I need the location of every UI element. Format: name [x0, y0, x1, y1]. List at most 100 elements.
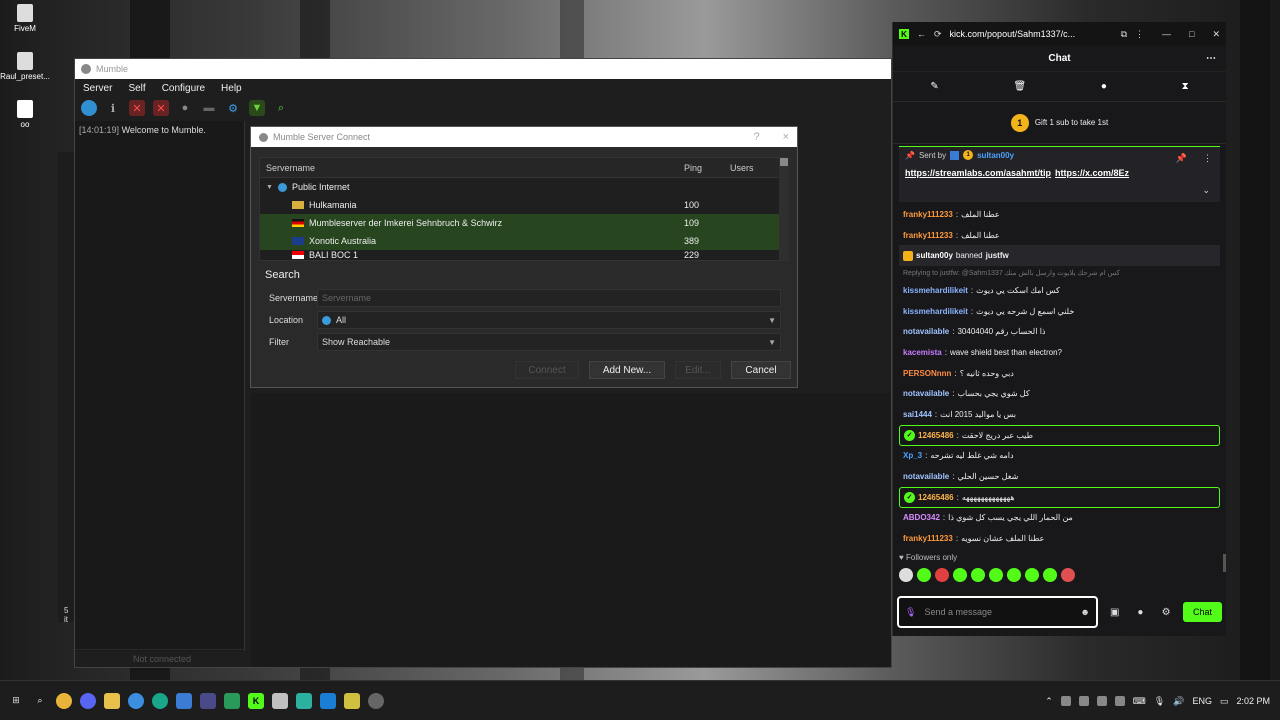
volume-icon[interactable]: 🔊	[1173, 696, 1184, 707]
emote[interactable]	[917, 568, 931, 582]
info-icon[interactable]: ℹ	[105, 100, 121, 116]
chat-bubble-icon[interactable]: ▬	[201, 100, 217, 116]
chat-message-input[interactable]: 🎙 Send a message ☻	[897, 596, 1098, 628]
tray-overflow-icon[interactable]: ⌃	[1045, 696, 1053, 707]
server-connect-titlebar[interactable]: Mumble Server Connect ? ×	[251, 127, 797, 147]
chrome-icon[interactable]	[56, 692, 72, 709]
cancel-button[interactable]: Cancel	[731, 361, 791, 379]
expand-chevron-icon[interactable]: ⌄	[1202, 185, 1210, 196]
reload-icon[interactable]: ⟳	[934, 29, 942, 40]
chat-username[interactable]: PERSONnnn	[903, 369, 951, 378]
menu-help[interactable]: Help	[221, 83, 242, 94]
tray-app-icon[interactable]	[1060, 696, 1071, 706]
chat-message[interactable]: kacemista: wave shield best than electron…	[899, 342, 1220, 363]
server-row[interactable]: Hulkamania 100	[260, 196, 780, 214]
edge-icon[interactable]	[152, 692, 168, 709]
microphone-icon[interactable]: 🎙	[1154, 696, 1165, 707]
chat-bubble-icon[interactable]: ●	[1101, 81, 1107, 92]
edit-button[interactable]: Edit...	[675, 361, 721, 379]
kick-icon[interactable]: K	[248, 692, 264, 709]
back-arrow-icon[interactable]: ←	[917, 29, 926, 39]
mumble-icon[interactable]	[368, 692, 384, 709]
chat-username[interactable]: sai1444	[903, 410, 932, 419]
pin-tool-icon[interactable]: ✎	[930, 81, 938, 92]
minimize-icon[interactable]: —	[1162, 29, 1171, 39]
mumble-titlebar[interactable]: Mumble	[75, 59, 891, 79]
chat-username[interactable]: 12465486	[918, 493, 954, 502]
search-icon[interactable]: ⌕	[273, 100, 289, 116]
chat-message[interactable]: ✓ 12465486: هههههههههههههه	[899, 486, 1220, 508]
network-icon[interactable]: ▭	[1220, 696, 1229, 707]
chat-username[interactable]: kissmehardilikeit	[903, 307, 968, 316]
chat-username[interactable]: notavailable	[903, 389, 949, 398]
chat-message[interactable]: PERSONnnn: دبي وحده ثانيه ؟	[899, 363, 1220, 384]
chat-username[interactable]: 12465486	[918, 431, 954, 440]
pinned-link[interactable]: https://streamlabs.com/asahmt/tip	[905, 168, 1051, 178]
gift-sub-banner[interactable]: 1 Gift 1 sub to take 1st	[893, 102, 1226, 144]
chat-username[interactable]: franky111233	[903, 210, 953, 219]
emote[interactable]	[971, 568, 985, 582]
unpin-icon[interactable]: 📌	[1176, 153, 1187, 164]
menu-self[interactable]: Self	[128, 83, 145, 94]
mute-self-icon[interactable]: ✕	[129, 100, 145, 116]
chat-username[interactable]: sultan00y	[916, 251, 953, 260]
tray-app-icon[interactable]	[1078, 696, 1089, 706]
browser-icon[interactable]	[128, 692, 144, 709]
server-row[interactable]: Mumbleserver der Imkerei Sehnbruch & Sch…	[260, 214, 780, 232]
app-icon[interactable]	[272, 692, 288, 709]
app-icon[interactable]	[344, 692, 360, 709]
keyboard-icon[interactable]: ⌨	[1133, 696, 1146, 707]
chat-message[interactable]: kissmehardilikeit: خلني اسمع ل شرحه يي دي…	[899, 301, 1220, 322]
chat-username[interactable]: kacemista	[903, 348, 942, 357]
chat-username[interactable]: Xp_3	[903, 451, 922, 460]
column-users[interactable]: Users	[730, 163, 780, 173]
chat-more-icon[interactable]: ⋯	[1206, 53, 1216, 64]
settings-gear-icon[interactable]: ⚙	[225, 100, 241, 116]
location-select[interactable]: All ▼	[317, 311, 781, 329]
search-icon[interactable]: ⌕	[32, 693, 48, 709]
chat-message[interactable]: franky111233: عطنا الملف	[899, 225, 1220, 246]
chat-username[interactable]: franky111233	[903, 231, 953, 240]
chat-message[interactable]: notavailable: كل شوي يجي بحساب	[899, 384, 1220, 405]
clock[interactable]: 2:02 PM	[1236, 696, 1270, 706]
tray-app-icon[interactable]	[1114, 696, 1125, 706]
emote[interactable]	[935, 568, 949, 582]
microphone-icon[interactable]: 🎙	[905, 607, 916, 618]
emote[interactable]	[1061, 568, 1075, 582]
chat-send-button[interactable]: Chat	[1182, 602, 1222, 622]
app-icon[interactable]	[296, 692, 312, 709]
menu-server[interactable]: Server	[83, 83, 112, 94]
app-icon[interactable]	[200, 692, 216, 709]
browser-titlebar[interactable]: K ← ⟳ kick.com/popout/Sahm1337/c... ⧉ ⋮ …	[893, 22, 1226, 46]
emoji-icon[interactable]: ☻	[1080, 607, 1089, 617]
close-icon[interactable]: ×	[783, 131, 789, 143]
desktop-icon-raul-preset[interactable]: Raul_preset...	[0, 52, 50, 81]
hourglass-icon[interactable]: ⧗	[1182, 81, 1189, 92]
chat-message[interactable]: Xp_3: دامه شي غلط ليه تشرحه	[899, 446, 1220, 467]
connect-button[interactable]: Connect	[515, 361, 579, 379]
emote[interactable]	[1007, 568, 1021, 582]
app-icon[interactable]	[224, 692, 240, 709]
deafen-self-icon[interactable]: ✕	[153, 100, 169, 116]
chat-scrollbar[interactable]	[1223, 554, 1226, 572]
start-windows-icon[interactable]: ⊞	[8, 693, 24, 709]
emote[interactable]	[1025, 568, 1039, 582]
chat-message[interactable]: franky111233: عطنا الملف	[899, 204, 1220, 225]
trash-icon[interactable]: 🗑	[1013, 81, 1026, 92]
chat-username[interactable]: ABDO342	[903, 513, 940, 522]
pinned-link[interactable]: https://x.com/8Ez	[1055, 168, 1129, 178]
gift-icon[interactable]: ▣	[1106, 607, 1124, 618]
chat-message[interactable]: notavailable: شغل حسين الحلي	[899, 466, 1220, 487]
column-servername[interactable]: Servername	[260, 163, 684, 173]
desktop-icon-fivem[interactable]: FiveM	[0, 4, 50, 33]
pinned-more-icon[interactable]: ⋮	[1203, 153, 1212, 164]
extensions-icon[interactable]: ⧉	[1121, 29, 1127, 40]
settings-gear-icon[interactable]: ⚙	[1157, 607, 1175, 618]
discord-icon[interactable]	[80, 692, 96, 709]
emote[interactable]	[899, 568, 913, 582]
collapse-arrow-icon[interactable]: ▼	[266, 184, 273, 191]
emote[interactable]	[1043, 568, 1057, 582]
help-button[interactable]: ?	[753, 131, 759, 143]
chat-username[interactable]: notavailable	[903, 472, 949, 481]
emote[interactable]	[989, 568, 1003, 582]
